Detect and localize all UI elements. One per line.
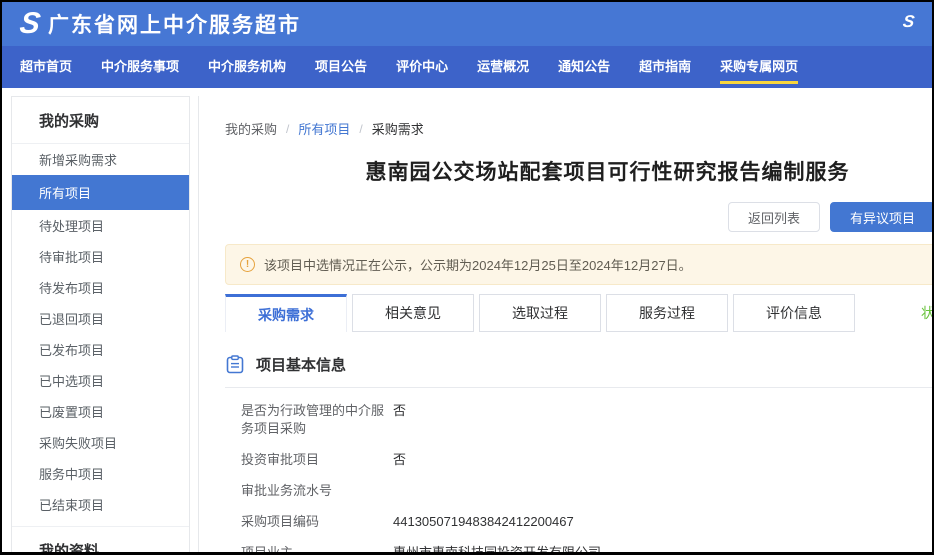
nav-item-procurement-page[interactable]: 采购专属网页 (720, 50, 798, 84)
tab-evaluation-info[interactable]: 评价信息 (733, 294, 855, 332)
nav-item-home[interactable]: 超市首页 (20, 50, 72, 84)
field-value: 4413050719483842412200467 (393, 513, 574, 531)
tab-selection-process[interactable]: 选取过程 (479, 294, 601, 332)
sidebar-item-selected-winner[interactable]: 已中选项目 (12, 365, 189, 396)
nav-item-project-announcements[interactable]: 项目公告 (315, 50, 367, 84)
site-logo-icon: S (18, 9, 40, 39)
action-buttons: 返回列表 有异议项目 (225, 202, 934, 232)
breadcrumb-separator: / (286, 122, 289, 136)
tab-procurement-demand[interactable]: 采购需求 (225, 294, 347, 332)
sidebar-section-my-procurement: 我的采购 (12, 97, 189, 144)
field-label: 是否为行政管理的中介服务项目采购 (241, 402, 393, 438)
sidebar: 我的采购 新增采购需求 所有项目 待处理项目 待审批项目 待发布项目 已退回项目… (11, 96, 190, 552)
page-title: 惠南园公交场站配套项目可行性研究报告编制服务 (225, 156, 934, 186)
nav-item-operation-overview[interactable]: 运营概况 (477, 50, 529, 84)
nav-item-notices[interactable]: 通知公告 (558, 50, 610, 84)
field-value: 否 (393, 451, 406, 469)
nav-item-service-matters[interactable]: 中介服务事项 (101, 50, 179, 84)
tab-related-opinions[interactable]: 相关意见 (352, 294, 474, 332)
sidebar-item-in-service[interactable]: 服务中项目 (12, 458, 189, 489)
back-to-list-button[interactable]: 返回列表 (728, 202, 820, 232)
field-value: 否 (393, 402, 406, 438)
field-value: 惠州市惠南科技园投资开发有限公司 (393, 544, 601, 555)
breadcrumb: 我的采购 / 所有项目 / 采购需求 (225, 119, 934, 138)
breadcrumb-all-projects[interactable]: 所有项目 (298, 119, 350, 138)
breadcrumb-procurement-demand: 采购需求 (372, 119, 424, 138)
objection-project-button[interactable]: 有异议项目 (830, 202, 934, 232)
site-header: S 广东省网上中介服务超市 S (2, 2, 932, 46)
corner-logo-icon[interactable]: S (901, 12, 915, 32)
browser-frame: S 广东省网上中介服务超市 S 超市首页 中介服务事项 中介服务机构 项目公告 … (0, 0, 934, 555)
sidebar-item-returned[interactable]: 已退回项目 (12, 303, 189, 334)
field-row-admin-intermediary: 是否为行政管理的中介服务项目采购 否 (241, 402, 934, 438)
field-row-investment-approval: 投资审批项目 否 (241, 451, 934, 469)
breadcrumb-separator: / (359, 122, 362, 136)
tab-service-process[interactable]: 服务过程 (606, 294, 728, 332)
section-title: 项目基本信息 (256, 354, 346, 375)
field-label: 项目业主 (241, 544, 393, 555)
site-title: 广东省网上中介服务超市 (48, 9, 301, 39)
clipboard-icon (225, 355, 245, 375)
section-basic-info-header: 项目基本信息 (225, 354, 934, 388)
nav-item-service-agencies[interactable]: 中介服务机构 (208, 50, 286, 84)
sidebar-item-finished[interactable]: 已结束项目 (12, 489, 189, 520)
notice-text: 该项目中选情况正在公示，公示期为2024年12月25日至2024年12月27日。 (264, 255, 692, 274)
warning-icon: ! (240, 257, 255, 272)
status-label-clipped: 状 (921, 303, 934, 323)
field-label: 审批业务流水号 (241, 482, 393, 500)
nav-item-evaluation-center[interactable]: 评价中心 (396, 50, 448, 84)
sidebar-item-new-procurement[interactable]: 新增采购需求 (12, 144, 189, 175)
sidebar-item-pending-publish[interactable]: 待发布项目 (12, 272, 189, 303)
page-body: 我的采购 新增采购需求 所有项目 待处理项目 待审批项目 待发布项目 已退回项目… (2, 88, 932, 552)
sidebar-item-failed[interactable]: 采购失败项目 (12, 427, 189, 458)
main-content: 我的采购 / 所有项目 / 采购需求 惠南园公交场站配套项目可行性研究报告编制服… (198, 96, 934, 552)
sidebar-item-abandoned[interactable]: 已废置项目 (12, 396, 189, 427)
nav-item-guide[interactable]: 超市指南 (639, 50, 691, 84)
field-row-project-code: 采购项目编码 4413050719483842412200467 (241, 513, 934, 531)
sidebar-item-published[interactable]: 已发布项目 (12, 334, 189, 365)
detail-tabs: 采购需求 相关意见 选取过程 服务过程 评价信息 状 (225, 294, 934, 332)
field-row-approval-serial-number: 审批业务流水号 (241, 482, 934, 500)
breadcrumb-my-procurement[interactable]: 我的采购 (225, 119, 277, 138)
sidebar-section-my-profile: 我的资料 (12, 526, 189, 555)
basic-info-fields: 是否为行政管理的中介服务项目采购 否 投资审批项目 否 审批业务流水号 采购项目… (225, 402, 934, 555)
field-label: 投资审批项目 (241, 451, 393, 469)
site-brand[interactable]: S 广东省网上中介服务超市 (20, 9, 301, 39)
field-label: 采购项目编码 (241, 513, 393, 531)
main-nav: 超市首页 中介服务事项 中介服务机构 项目公告 评价中心 运营概况 通知公告 超… (2, 46, 932, 88)
sidebar-item-pending-approval[interactable]: 待审批项目 (12, 241, 189, 272)
publicity-notice-banner: ! 该项目中选情况正在公示，公示期为2024年12月25日至2024年12月27… (225, 244, 934, 285)
field-row-project-owner: 项目业主 惠州市惠南科技园投资开发有限公司 (241, 544, 934, 555)
sidebar-item-all-projects[interactable]: 所有项目 (12, 175, 189, 210)
sidebar-item-pending-projects[interactable]: 待处理项目 (12, 210, 189, 241)
